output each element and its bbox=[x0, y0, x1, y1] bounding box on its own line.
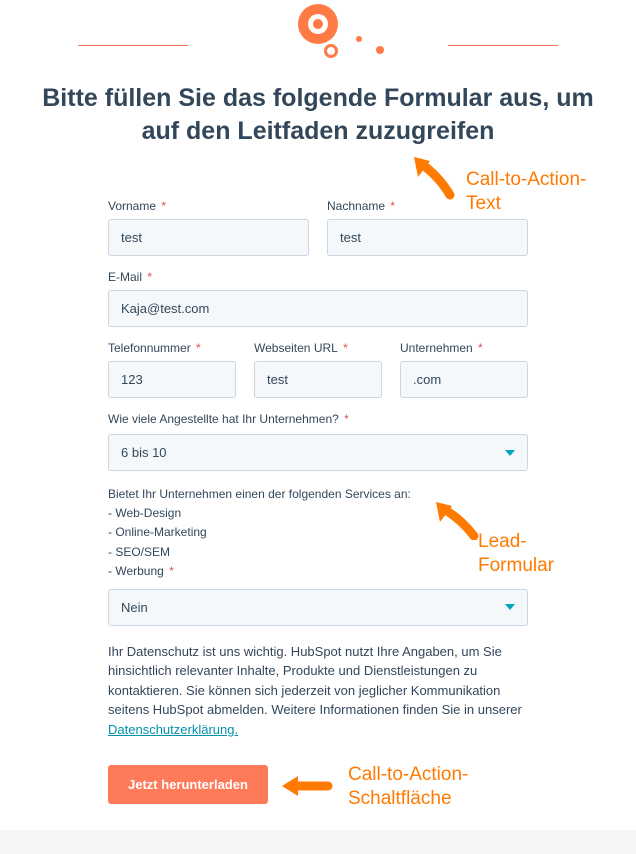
email-label: E-Mail * bbox=[108, 270, 528, 284]
phone-input[interactable] bbox=[108, 361, 236, 398]
email-input[interactable] bbox=[108, 290, 528, 327]
services-select[interactable]: Nein bbox=[108, 589, 528, 626]
footer-bar bbox=[0, 830, 636, 854]
company-label: Unternehmen * bbox=[400, 341, 528, 355]
annotation-cta-text: Call-to-Action- Text bbox=[466, 168, 586, 216]
annotation-lead-form: Lead- Formular bbox=[478, 530, 554, 578]
website-input[interactable] bbox=[254, 361, 382, 398]
email-field-wrap: E-Mail * bbox=[108, 270, 528, 327]
first-name-field-wrap: Vorname * bbox=[108, 199, 309, 256]
first-name-label: Vorname * bbox=[108, 199, 309, 213]
company-field-wrap: Unternehmen * bbox=[400, 341, 528, 398]
decorative-divider bbox=[78, 0, 558, 70]
privacy-link[interactable]: Datenschutzerklärung. bbox=[108, 722, 238, 737]
services-select-value: Nein bbox=[121, 600, 148, 615]
employees-select-value: 6 bis 10 bbox=[121, 445, 167, 460]
phone-label: Telefonnummer * bbox=[108, 341, 236, 355]
last-name-input[interactable] bbox=[327, 219, 528, 256]
company-input[interactable] bbox=[400, 361, 528, 398]
privacy-text: Ihr Datenschutz ist uns wichtig. HubSpot… bbox=[108, 642, 528, 740]
annotation-cta-button: Call-to-Action- Schaltfläche bbox=[348, 763, 468, 811]
arrow-left-icon bbox=[278, 770, 333, 802]
page-title: Bitte füllen Sie das folgende Formular a… bbox=[30, 82, 606, 147]
arrow-up-left-icon bbox=[408, 155, 458, 200]
lead-form: Vorname * Nachname * E-Mail * Telefonnum… bbox=[108, 169, 528, 804]
first-name-input[interactable] bbox=[108, 219, 309, 256]
phone-field-wrap: Telefonnummer * bbox=[108, 341, 236, 398]
chevron-down-icon bbox=[505, 604, 515, 610]
arrow-up-left-icon bbox=[430, 500, 480, 540]
employees-label: Wie viele Angestellte hat Ihr Unternehme… bbox=[108, 412, 528, 426]
website-label: Webseiten URL * bbox=[254, 341, 382, 355]
chevron-down-icon bbox=[505, 450, 515, 456]
employees-select[interactable]: 6 bis 10 bbox=[108, 434, 528, 471]
website-field-wrap: Webseiten URL * bbox=[254, 341, 382, 398]
submit-button[interactable]: Jetzt herunterladen bbox=[108, 765, 268, 804]
